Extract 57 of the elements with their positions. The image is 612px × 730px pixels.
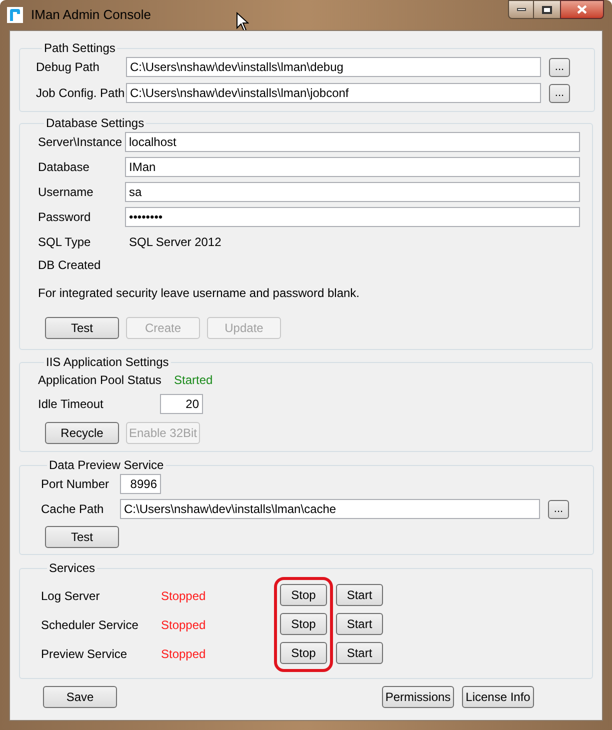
app-logo-icon: [7, 7, 23, 23]
close-button[interactable]: [560, 0, 604, 19]
button[interactable]: Stop: [280, 613, 327, 635]
field-label: Database: [38, 159, 90, 176]
button[interactable]: Start: [336, 584, 383, 606]
field-label: Server\Instance: [38, 134, 124, 151]
text-field[interactable]: IMan: [125, 157, 580, 177]
button[interactable]: Stop: [280, 584, 327, 606]
password-field[interactable]: ••••••••: [125, 207, 580, 227]
field-label: Application Pool Status: [38, 372, 162, 389]
field-label: Debug Path: [36, 59, 100, 76]
maximize-button[interactable]: [534, 0, 560, 19]
group-title: Database Settings: [45, 115, 146, 132]
browse-button[interactable]: ...: [549, 58, 570, 76]
field-label: Username: [38, 184, 94, 201]
status-text: Stopped: [161, 617, 207, 634]
field-value: SQL Server 2012: [129, 234, 222, 251]
minimize-button[interactable]: [508, 0, 534, 19]
text-field[interactable]: sa: [125, 182, 580, 202]
number-field[interactable]: 20: [160, 394, 203, 414]
button[interactable]: Start: [336, 613, 383, 635]
status-text: Stopped: [161, 646, 207, 663]
browse-button[interactable]: ...: [548, 500, 569, 518]
button[interactable]: Permissions: [382, 686, 454, 708]
service-name: Preview Service: [41, 646, 128, 663]
close-icon: [577, 5, 587, 14]
field-label: Password: [38, 209, 92, 226]
button[interactable]: Start: [336, 642, 383, 664]
group-title: Path Settings: [43, 40, 116, 57]
button[interactable]: Test: [45, 526, 119, 548]
service-name: Log Server: [41, 588, 101, 605]
browse-button[interactable]: ...: [549, 84, 570, 102]
button[interactable]: Recycle: [45, 422, 119, 444]
group-title: Services: [48, 560, 96, 577]
service-name: Scheduler Service: [41, 617, 140, 634]
status-text: Started: [174, 372, 213, 389]
mouse-cursor-icon: [236, 12, 249, 32]
button[interactable]: Test: [45, 317, 119, 339]
hint-text: For integrated security leave username and password blank.: [38, 285, 361, 302]
window-title: IMan Admin Console: [31, 6, 151, 24]
field-label: DB Created: [38, 257, 102, 274]
field-label: Job Config. Path: [36, 85, 126, 102]
field-label: SQL Type: [38, 234, 92, 251]
text-field[interactable]: C:\Users\nshaw\dev\installs\lman\debug: [126, 57, 541, 77]
field-label: Idle Timeout: [38, 396, 104, 413]
text-field[interactable]: C:\Users\nshaw\dev\installs\lman\cache: [120, 499, 540, 519]
text-field[interactable]: C:\Users\nshaw\dev\installs\lman\jobconf: [126, 83, 541, 103]
field-label: Port Number: [41, 476, 110, 493]
field-label: Cache Path: [41, 501, 105, 518]
number-field[interactable]: 8996: [120, 474, 161, 494]
group-title: Data Preview Service: [48, 457, 165, 474]
button[interactable]: Stop: [280, 642, 327, 664]
button[interactable]: Save: [43, 686, 117, 708]
text-field[interactable]: localhost: [125, 132, 580, 152]
status-text: Stopped: [161, 588, 207, 605]
group-title: IIS Application Settings: [45, 354, 170, 371]
button[interactable]: License Info: [462, 686, 534, 708]
